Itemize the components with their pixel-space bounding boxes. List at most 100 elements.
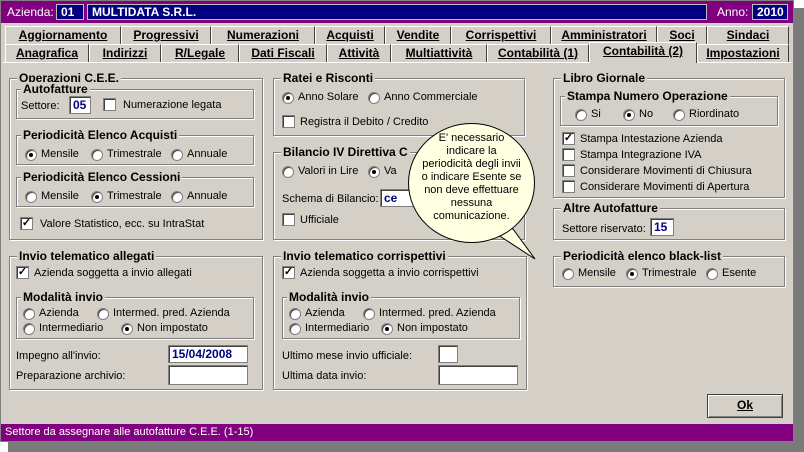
altre-autofatture-title: Altre Autofatture [561,201,660,215]
ratei-risconti-title: Ratei e Risconti [281,71,376,85]
allegati-soggetta-label: Azienda soggetta a invio allegati [34,267,192,279]
anno-value: 2010 [752,4,788,20]
tab-dati-fiscali[interactable]: Dati Fiscali [239,44,327,62]
tooltip-line: periodicità degli invii [422,158,521,170]
stampa-si-radio[interactable] [575,109,587,121]
allegati-intermediario-radio[interactable] [23,323,35,335]
black-list-mensile-label: Mensile [578,267,616,279]
invio-corrispettivi-group: Invio telematico corrispettivi ✓ Azienda… [273,249,527,390]
corrispettivi-non-impostato-radio[interactable] [381,323,393,335]
invio-allegati-title: Invio telematico allegati [17,249,157,263]
tooltip-line: E' necessario [438,132,505,144]
allegati-intermed-pred-radio[interactable] [97,308,109,320]
tooltip-line: nessuna [450,197,493,209]
corrispettivi-soggetta-checkbox[interactable]: ✓ [282,266,295,279]
valori-lire-label: Valori in Lire [298,165,359,177]
settore-riservato-label: Settore riservato: [562,223,646,235]
allegati-non-impostato-label: Non impostato [137,322,208,334]
elenco-cessioni-group: Periodicità Elenco Cessioni Mensile Trim… [16,170,254,207]
tab-numerazioni[interactable]: Numerazioni [211,26,315,44]
tab-progressivi[interactable]: Progressivi [121,26,211,44]
autofatture-group: Autofatture Settore: 05 Numerazione lega… [16,82,254,119]
corrispettivi-intermediario-radio[interactable] [289,323,301,335]
ufficiale-checkbox[interactable] [282,213,295,226]
allegati-soggetta-checkbox[interactable]: ✓ [16,266,29,279]
tab-r-legale[interactable]: R/Legale [161,44,239,62]
stampa-no-label: No [639,108,654,120]
altre-autofatture-group: Altre Autofatture Settore riservato: 15 [553,201,785,240]
tab-corrispettivi[interactable]: Corrispettivi [451,26,551,44]
anno-label: Anno: [717,5,749,19]
cessioni-trimestrale-label: Trimestrale [107,190,162,202]
allegati-non-impostato-radio[interactable] [121,323,133,335]
stampa-riordinato-radio[interactable] [673,109,685,121]
movimenti-apertura-checkbox[interactable] [562,180,575,193]
ultimo-mese-label: Ultimo mese invio ufficiale: [282,350,413,362]
corrispettivi-intermed-pred-radio[interactable] [363,308,375,320]
settore-input[interactable]: 05 [69,96,91,114]
tab-multiattivita[interactable]: Multiattività [391,44,487,62]
anno-commerciale-label: Anno Commerciale [384,91,478,103]
ultimo-mese-input[interactable] [438,345,458,363]
acquisti-trimestrale-radio[interactable] [91,149,103,161]
black-list-esente-label: Esente [722,267,757,279]
valori-lire-radio[interactable] [282,166,294,178]
acquisti-annuale-label: Annuale [187,148,228,160]
numerazione-legata-checkbox[interactable] [103,98,116,111]
tab-anagrafica[interactable]: Anagrafica [5,44,89,62]
ok-button[interactable]: Ok [707,394,783,418]
tab-acquisti[interactable]: Acquisti [315,26,385,44]
tab-contabilita-2[interactable]: Contabilità (2) [589,42,697,63]
allegati-azienda-radio[interactable] [23,308,35,320]
tooltip-line: non deve effettuare [424,184,519,196]
black-list-trimestrale-radio[interactable] [626,268,638,280]
stampa-numero-group: Stampa Numero Operazione Si No Riordinat… [560,89,778,126]
preparazione-archivio-input[interactable] [168,365,248,385]
cessioni-trimestrale-radio[interactable] [91,191,103,203]
tab-vendite[interactable]: Vendite [385,26,451,44]
anno-commerciale-radio[interactable] [368,92,380,104]
valori-euro-radio[interactable] [368,166,380,178]
impegno-invio-label: Impegno all'invio: [16,350,101,362]
valore-statistico-checkbox[interactable]: ✓ [20,217,33,230]
movimenti-chiusura-checkbox[interactable] [562,164,575,177]
corrispettivi-intermediario-label: Intermediario [305,322,370,334]
acquisti-annuale-radio[interactable] [171,149,183,161]
ultima-data-input[interactable] [438,365,518,385]
tab-contabilita-1[interactable]: Contabilità (1) [487,44,589,62]
operazioni-cee-group: Operazioni C.E.E. Autofatture Settore: 0… [9,71,263,240]
black-list-mensile-radio[interactable] [562,268,574,280]
stampa-no-radio[interactable] [623,109,635,121]
intestazione-azienda-label: Stampa Intestazione Azienda [580,133,723,145]
registra-debito-checkbox[interactable] [282,115,295,128]
corrispettivi-azienda-label: Azienda [305,307,345,319]
corrispettivi-intermed-pred-label: Intermed. pred. Azienda [379,307,496,319]
tab-sindaci[interactable]: Sindaci [707,26,789,44]
cessioni-mensile-radio[interactable] [25,191,37,203]
anno-solare-radio[interactable] [282,92,294,104]
acquisti-mensile-radio[interactable] [25,149,37,161]
allegati-azienda-label: Azienda [39,307,79,319]
tab-impostazioni[interactable]: Impostazioni [697,44,789,62]
cessioni-annuale-radio[interactable] [171,191,183,203]
intestazione-azienda-checkbox[interactable]: ✓ [562,132,575,145]
invio-corrispettivi-title: Invio telematico corrispettivi [281,249,448,263]
black-list-trimestrale-label: Trimestrale [642,267,697,279]
integrazione-iva-checkbox[interactable] [562,148,575,161]
tab-attivita[interactable]: Attività [327,44,391,62]
corrispettivi-modalita-group: Modalità invio Azienda Intermed. pred. A… [282,290,520,339]
stampa-si-label: Si [591,108,601,120]
black-list-esente-radio[interactable] [706,268,718,280]
numerazione-legata-label: Numerazione legata [123,99,222,111]
tooltip-line: comunicazione. [433,210,510,222]
corrispettivi-soggetta-label: Azienda soggetta a invio corrispettivi [300,267,479,279]
azienda-name: MULTIDATA S.R.L. [87,4,707,20]
corrispettivi-azienda-radio[interactable] [289,308,301,320]
tab-indirizzi[interactable]: Indirizzi [89,44,161,62]
libro-giornale-group: Libro Giornale Stampa Numero Operazione … [553,71,785,198]
tab-aggiornamento[interactable]: Aggiornamento [5,26,121,44]
settore-riservato-input[interactable]: 15 [650,218,674,236]
libro-giornale-title: Libro Giornale [561,71,648,85]
tooltip-line: o indicare Esente se [421,171,522,183]
impegno-invio-input[interactable]: 15/04/2008 [168,345,248,363]
